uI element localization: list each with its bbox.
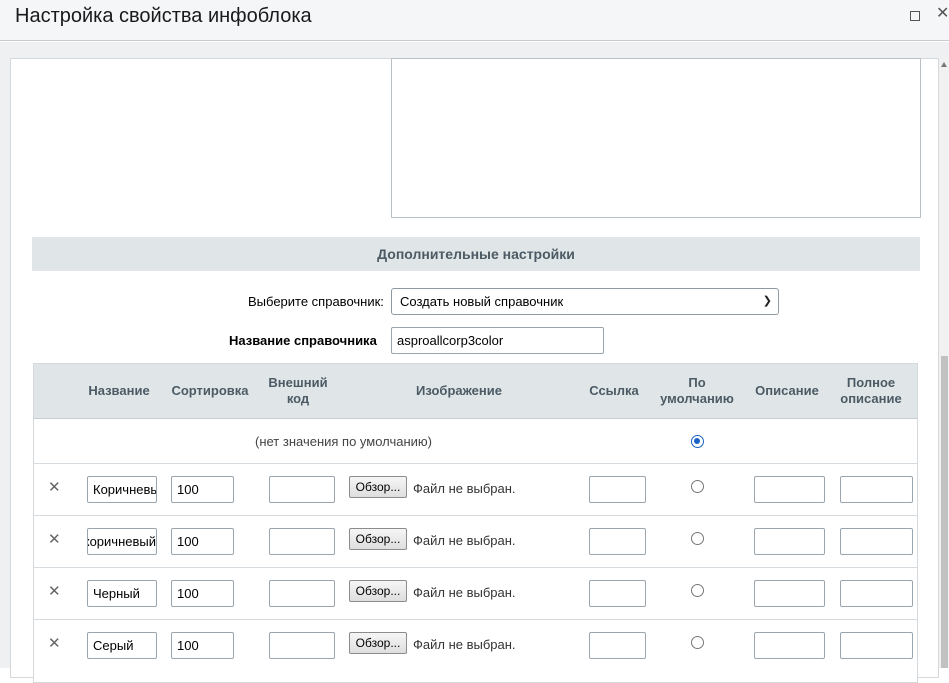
row-link-input[interactable] <box>589 476 646 503</box>
directory-select[interactable]: Создать новый справочник ❯ <box>391 288 779 315</box>
directory-select-value: Создать новый справочник <box>400 294 564 309</box>
delete-row-icon[interactable]: ✕ <box>48 532 61 547</box>
no-file-label: Файл не выбран. <box>413 533 516 548</box>
description-textarea[interactable] <box>391 58 921 218</box>
row-sort-input[interactable]: 100 <box>171 580 234 607</box>
maximize-icon[interactable] <box>910 11 920 21</box>
section-header: Дополнительные настройки <box>32 237 920 271</box>
no-file-label: Файл не выбран. <box>413 481 516 496</box>
column-header-ext-code: Внешний код <box>268 375 328 406</box>
directory-name-label: Название справочника <box>229 333 377 348</box>
row-divider <box>34 515 917 516</box>
default-radio[interactable] <box>691 480 704 493</box>
delete-row-icon[interactable]: ✕ <box>48 480 61 495</box>
browse-button[interactable]: Обзор... <box>349 580 407 602</box>
column-header-full-description: Полное описание <box>840 375 902 406</box>
no-file-label: Файл не выбран. <box>413 637 516 652</box>
row-description-input[interactable] <box>754 632 825 659</box>
row-full-description-input[interactable] <box>840 476 913 503</box>
select-directory-label: Выберите справочник: <box>248 294 384 309</box>
chevron-down-icon: ❯ <box>762 295 772 307</box>
column-header-image: Изображение <box>416 383 502 398</box>
column-header-name: Название <box>88 383 150 398</box>
column-header-link: Ссылка <box>589 383 639 398</box>
close-icon[interactable]: ✕ <box>936 6 949 22</box>
column-header-description: Описание <box>755 383 819 398</box>
row-name-input[interactable]: Черный <box>87 580 157 607</box>
browse-button[interactable]: Обзор... <box>349 632 407 654</box>
delete-row-icon[interactable]: ✕ <box>48 636 61 651</box>
row-divider <box>34 567 917 568</box>
row-ext-code-input[interactable] <box>269 528 335 555</box>
scrollbar-thumb[interactable] <box>941 356 948 668</box>
row-divider <box>34 619 917 620</box>
row-full-description-input[interactable] <box>840 632 913 659</box>
window-title: Настройка свойства инфоблока <box>15 5 312 27</box>
row-description-input[interactable] <box>754 476 825 503</box>
row-description-input[interactable] <box>754 580 825 607</box>
row-divider <box>34 463 917 464</box>
row-full-description-input[interactable] <box>840 580 913 607</box>
no-default-label: (нет значения по умолчанию) <box>255 434 432 449</box>
delete-row-icon[interactable]: ✕ <box>48 584 61 599</box>
default-radio[interactable] <box>691 584 704 597</box>
row-description-input[interactable] <box>754 528 825 555</box>
row-sort-input[interactable]: 100 <box>171 632 234 659</box>
row-ext-code-input[interactable] <box>269 476 335 503</box>
row-ext-code-input[interactable] <box>269 632 335 659</box>
scroll-up-icon[interactable] <box>941 62 947 67</box>
browse-button[interactable]: Обзор... <box>349 476 407 498</box>
row-name-input[interactable]: Серый <box>87 632 157 659</box>
row-link-input[interactable] <box>589 528 646 555</box>
default-radio[interactable] <box>691 636 704 649</box>
row-sort-input[interactable]: 100 <box>171 476 234 503</box>
default-radio[interactable] <box>691 532 704 545</box>
row-link-input[interactable] <box>589 632 646 659</box>
row-name-input[interactable]: Коричневый <box>87 476 157 503</box>
column-header-sort: Сортировка <box>171 383 249 398</box>
row-sort-input[interactable]: 100 <box>171 528 234 555</box>
row-link-input[interactable] <box>589 580 646 607</box>
default-radio-none[interactable] <box>691 435 704 448</box>
row-full-description-input[interactable] <box>840 528 913 555</box>
no-file-label: Файл не выбран. <box>413 585 516 600</box>
row-ext-code-input[interactable] <box>269 580 335 607</box>
directory-name-input[interactable]: asproallcorp3color <box>391 327 604 354</box>
column-header-default: По умолчанию <box>660 375 734 406</box>
window-titlebar: Настройка свойства инфоблока ✕ <box>0 0 949 41</box>
browse-button[interactable]: Обзор... <box>349 528 407 550</box>
row-name-input[interactable]: Красно-коричневый <box>87 528 157 555</box>
